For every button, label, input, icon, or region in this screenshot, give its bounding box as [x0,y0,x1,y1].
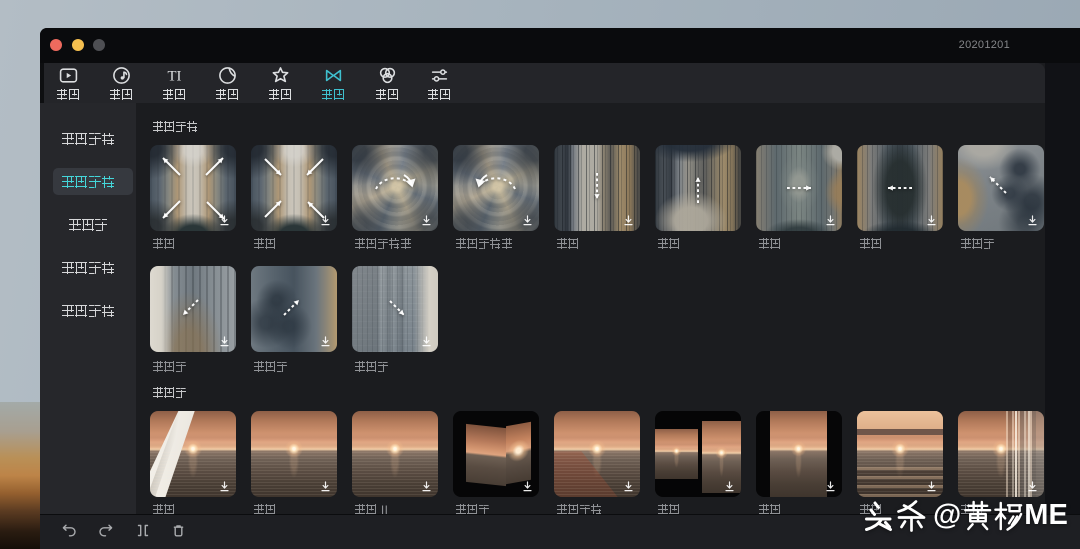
svg-text:TI: TI [167,68,181,84]
